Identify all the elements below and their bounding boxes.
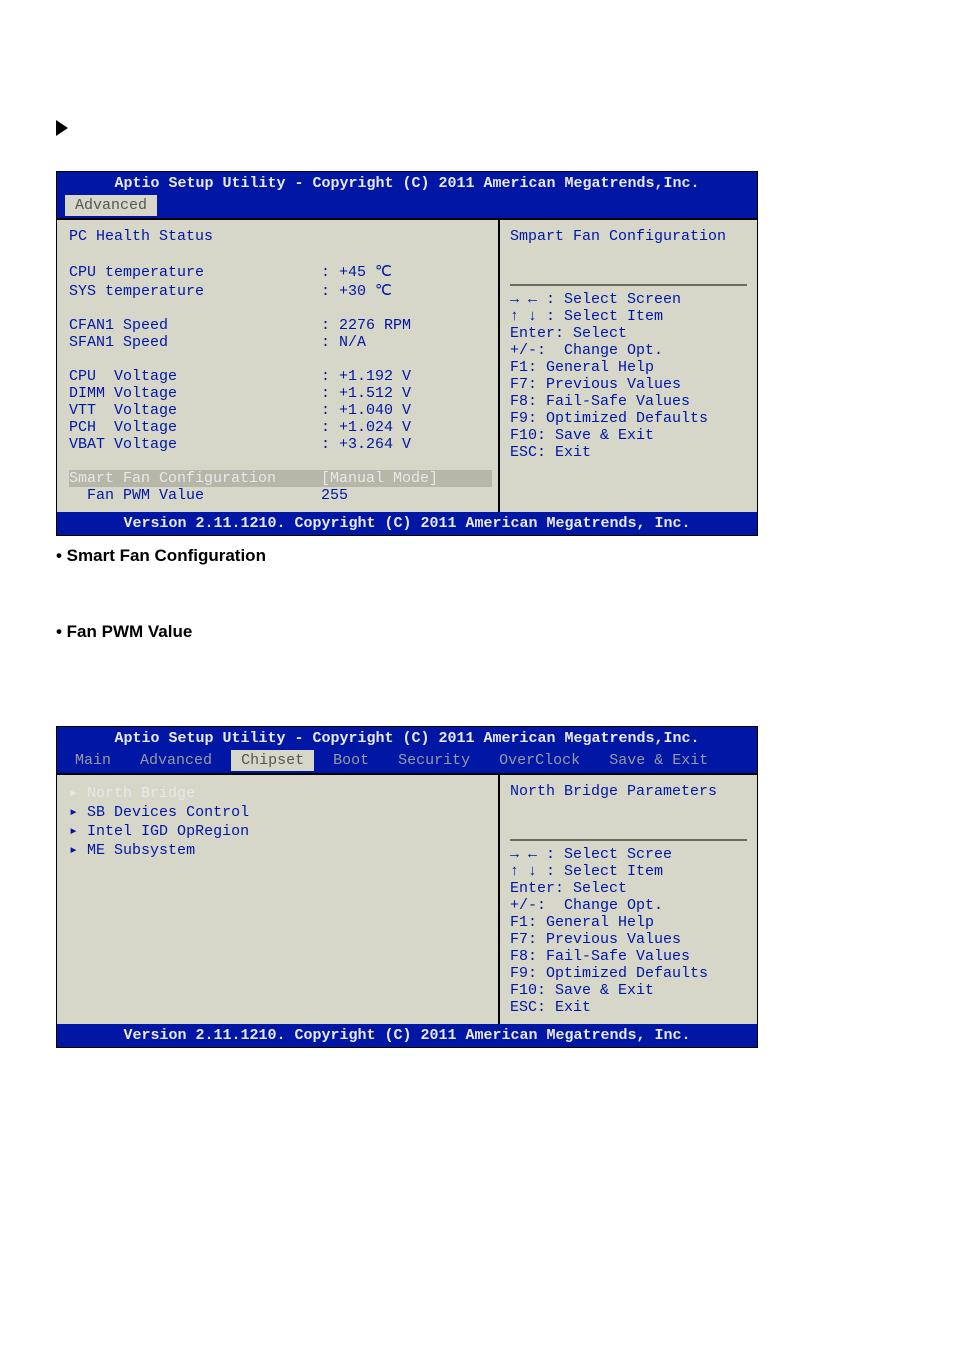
hint-enter: Enter: Select <box>510 880 747 897</box>
item-me-subsystem[interactable]: ▸ ME Subsystem <box>69 840 492 859</box>
tab-save-exit[interactable]: Save & Exit <box>599 750 718 771</box>
hint-f7: F7: Previous Values <box>510 376 747 393</box>
hint-f10: F10: Save & Exit <box>510 982 747 999</box>
bios-screenshot-chipset: Aptio Setup Utility - Copyright (C) 2011… <box>56 726 758 1048</box>
pc-health-status: PC Health Status <box>69 228 492 245</box>
hint-f10: F10: Save & Exit <box>510 427 747 444</box>
hint-f1: F1: General Help <box>510 359 747 376</box>
hint-f7: F7: Previous Values <box>510 931 747 948</box>
bios-title: Aptio Setup Utility - Copyright (C) 2011… <box>57 172 757 195</box>
heading-fan-pwm: • Fan PWM Value <box>56 622 898 642</box>
field-vtt-voltage: VTT Voltage : +1.040 V <box>69 402 492 419</box>
hint-f8: F8: Fail-Safe Values <box>510 948 747 965</box>
hint-f9: F9: Optimized Defaults <box>510 410 747 427</box>
hint-select-item: ↑ ↓ : Select Item <box>510 308 747 325</box>
bios-help-panel: Smpart Fan Configuration → ← : Select Sc… <box>498 220 757 512</box>
hint-select-item: ↑ ↓ : Select Item <box>510 863 747 880</box>
hint-change: +/-: Change Opt. <box>510 897 747 914</box>
tab-security[interactable]: Security <box>388 750 480 771</box>
arrow-icon <box>56 120 68 136</box>
hint-f8: F8: Fail-Safe Values <box>510 393 747 410</box>
hint-change: +/-: Change Opt. <box>510 342 747 359</box>
field-smart-fan[interactable]: Smart Fan Configuration [Manual Mode] <box>69 470 492 487</box>
bios-version: Version 2.11.1210. Copyright (C) 2011 Am… <box>57 1024 757 1047</box>
hint-esc: ESC: Exit <box>510 444 747 461</box>
bios-menubar: Main Advanced Chipset Boot Security Over… <box>57 750 757 773</box>
bios-title: Aptio Setup Utility - Copyright (C) 2011… <box>57 727 757 750</box>
field-sfan1: SFAN1 Speed : N/A <box>69 334 492 351</box>
bios-left-panel: PC Health Status CPU temperature : +45 ℃… <box>57 220 498 512</box>
field-cpu-temp: CPU temperature : +45 ℃ <box>69 262 492 281</box>
hint-f9: F9: Optimized Defaults <box>510 965 747 982</box>
field-cfan1: CFAN1 Speed : 2276 RPM <box>69 317 492 334</box>
field-sys-temp: SYS temperature : +30 ℃ <box>69 281 492 300</box>
field-dimm-voltage: DIMM Voltage : +1.512 V <box>69 385 492 402</box>
tab-overclock[interactable]: OverClock <box>489 750 590 771</box>
bios-screenshot-health: Aptio Setup Utility - Copyright (C) 2011… <box>56 171 758 536</box>
heading-smart-fan: • Smart Fan Configuration <box>56 546 898 566</box>
field-cpu-voltage: CPU Voltage : +1.192 V <box>69 368 492 385</box>
bios-left-panel: ▸ North Bridge ▸ SB Devices Control ▸ In… <box>57 775 498 1024</box>
tab-advanced[interactable]: Advanced <box>65 195 157 216</box>
item-north-bridge[interactable]: ▸ North Bridge <box>69 783 492 802</box>
item-intel-igd[interactable]: ▸ Intel IGD OpRegion <box>69 821 492 840</box>
tab-main[interactable]: Main <box>65 750 121 771</box>
tab-advanced[interactable]: Advanced <box>130 750 222 771</box>
hint-select-screen: → ← : Select Screen <box>510 291 747 308</box>
hint-f1: F1: General Help <box>510 914 747 931</box>
bios-menubar: Advanced <box>57 195 757 218</box>
field-vbat-voltage: VBAT Voltage : +3.264 V <box>69 436 492 453</box>
tab-boot[interactable]: Boot <box>323 750 379 771</box>
hint-select-screen: → ← : Select Scree <box>510 846 747 863</box>
field-pch-voltage: PCH Voltage : +1.024 V <box>69 419 492 436</box>
tab-chipset[interactable]: Chipset <box>231 750 314 771</box>
bios-version: Version 2.11.1210. Copyright (C) 2011 Am… <box>57 512 757 535</box>
bios-help-panel: North Bridge Parameters → ← : Select Scr… <box>498 775 757 1024</box>
item-sb-devices[interactable]: ▸ SB Devices Control <box>69 802 492 821</box>
help-title: Smpart Fan Configuration <box>510 228 747 245</box>
hint-esc: ESC: Exit <box>510 999 747 1016</box>
field-fan-pwm[interactable]: Fan PWM Value 255 <box>69 487 492 504</box>
hint-enter: Enter: Select <box>510 325 747 342</box>
help-title: North Bridge Parameters <box>510 783 747 800</box>
